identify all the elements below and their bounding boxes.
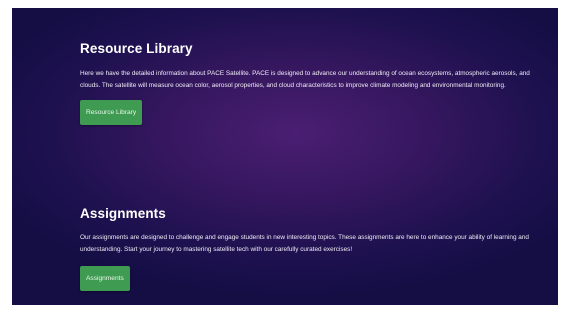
assignments-button[interactable]: Assignments [80, 266, 130, 291]
assignments-description: Our assignments are designed to challeng… [80, 234, 529, 253]
resource-library-heading: Resource Library [80, 41, 193, 56]
resource-library-button[interactable]: Resource Library [80, 100, 143, 125]
resource-library-description: Here we have the detailed information ab… [80, 70, 530, 89]
page-viewport: Resource Library Here we have the detail… [12, 8, 558, 305]
assignments-heading: Assignments [80, 206, 166, 221]
assignments-section: Assignments Our assignments are designed… [80, 205, 540, 291]
resource-library-section: Resource Library Here we have the detail… [80, 40, 540, 125]
